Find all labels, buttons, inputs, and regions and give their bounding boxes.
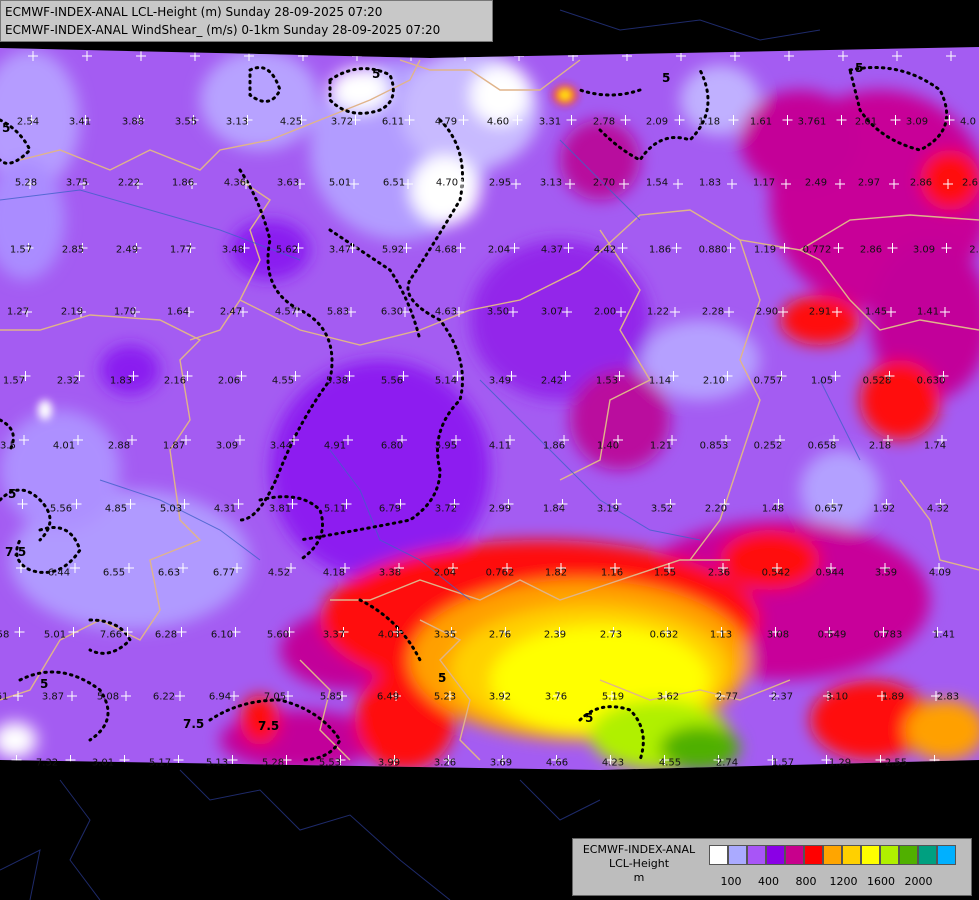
contour-label: 5 [662, 71, 670, 85]
legend-tick: 2000 [904, 875, 933, 888]
contour-label: 5 [8, 487, 16, 501]
legend-title: ECMWF-INDEX-ANAL LCL-Height m [577, 843, 701, 885]
legend-swatch [804, 845, 823, 865]
legend-swatch [747, 845, 766, 865]
legend-swatch [728, 845, 747, 865]
legend-swatch [842, 845, 861, 865]
legend-swatch [709, 845, 728, 865]
legend-swatch [861, 845, 880, 865]
contour-label: 7.5 [183, 717, 204, 731]
contour-label: 7.5 [5, 545, 26, 559]
legend-swatch [823, 845, 842, 865]
contour-label: 7.5 [258, 719, 279, 733]
legend-title-line3: m [633, 871, 645, 884]
contour-label: 5 [372, 67, 380, 81]
weather-map: 5 5 5 5 5 7.5 7.5 7.5 5 5 5 [0, 0, 979, 900]
legend-tick: 400 [758, 875, 779, 888]
legend-swatch [937, 845, 956, 865]
legend-tick: 1200 [829, 875, 858, 888]
legend-tick: 1600 [867, 875, 895, 888]
contour-label: 5 [2, 121, 10, 135]
map-header: ECMWF-INDEX-ANAL LCL-Height (m) Sunday 2… [0, 0, 493, 42]
legend-title-line2: LCL-Height [608, 857, 670, 870]
legend-swatch [880, 845, 899, 865]
lcl-height-field [0, 47, 979, 770]
legend-swatch [899, 845, 918, 865]
legend-swatch [918, 845, 937, 865]
header-title-lcl: ECMWF-INDEX-ANAL LCL-Height (m) Sunday 2… [5, 5, 383, 19]
legend-title-line1: ECMWF-INDEX-ANAL [582, 843, 696, 856]
contour-label: 5 [40, 677, 48, 691]
contour-label: 5 [438, 671, 446, 685]
header-title-windshear: ECMWF-INDEX-ANAL WindShear_ (m/s) 0-1km … [5, 23, 441, 37]
contour-label: 5 [855, 61, 863, 75]
color-legend: ECMWF-INDEX-ANAL LCL-Height m 100 400 800 1… [572, 838, 972, 896]
legend-tick: 800 [795, 875, 817, 888]
legend-tick: 100 [720, 875, 742, 888]
legend-swatch [766, 845, 785, 865]
legend-swatch [785, 845, 804, 865]
contour-label: 5 [585, 711, 593, 725]
